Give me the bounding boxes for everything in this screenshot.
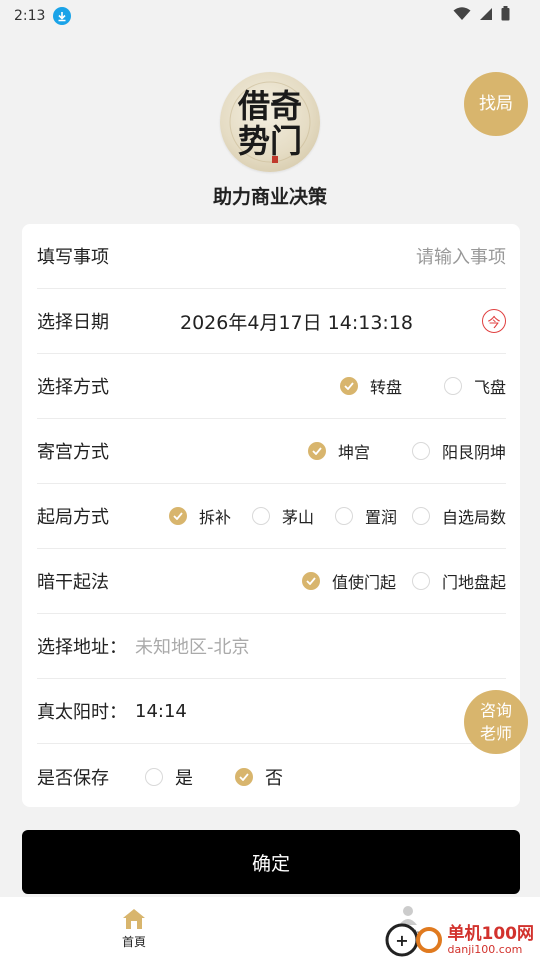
method-option-fly[interactable]: 飞盘 [443,374,506,398]
status-time: 2:13 [14,8,46,24]
radio-unchecked-icon[interactable] [251,507,270,525]
find-game-label: 找局 [479,93,513,114]
start-option-label: 自选局数 [441,508,506,527]
start-row: 起局方式 拆补 茅山 置润 自选局数 [37,484,506,549]
save-option-yes[interactable]: 是 [145,764,193,790]
radio-unchecked-icon[interactable] [411,442,430,460]
radio-checked-icon[interactable] [307,442,326,460]
radio-unchecked-icon[interactable] [145,767,163,786]
hidden-stem-option-zhishi[interactable]: 值使门起 [301,569,396,593]
save-row: 是否保存 是 否 [37,744,506,809]
watermark-url: danji100.com [447,942,523,956]
confirm-label: 确定 [251,852,290,875]
save-option-label: 是 [175,767,193,789]
watermark-logo-icon: + [384,918,444,960]
find-game-button[interactable]: 找局 [464,72,528,136]
svg-text:+: + [395,931,408,950]
address-row[interactable]: 选择地址： 未知地区-北京 [37,614,506,679]
start-option-maoshan[interactable]: 茅山 [251,504,314,528]
consult-label-line1: 咨询 [479,701,512,720]
radio-checked-icon[interactable] [235,767,253,786]
start-option-label: 置润 [364,508,397,527]
palace-option-label: 阳艮阴坤 [441,443,506,462]
save-label: 是否保存 [37,767,109,789]
method-option-rotate[interactable]: 转盘 [339,374,402,398]
save-option-label: 否 [265,767,283,789]
method-row: 选择方式 转盘 飞盘 [37,354,506,419]
method-option-label: 转盘 [369,378,402,397]
palace-option-kun[interactable]: 坤宫 [307,439,370,463]
palace-option-yang[interactable]: 阳艮阴坤 [411,439,506,463]
solar-time-value: 14:14 [135,700,187,722]
confirm-button[interactable]: 确定 [22,830,520,894]
start-option-chaibu[interactable]: 拆补 [168,504,231,528]
date-label: 选择日期 [37,312,109,333]
radio-unchecked-icon[interactable] [334,507,353,525]
radio-unchecked-icon[interactable] [411,507,430,525]
method-label: 选择方式 [37,377,109,398]
start-label: 起局方式 [37,507,109,528]
solar-time-row: 真太阳时： 14:14 [37,679,506,744]
date-value[interactable]: 2026年4月17日 14:13:18 [180,308,413,335]
svg-text:借奇: 借奇 [237,87,302,125]
home-icon [110,907,158,933]
battery-icon [501,6,510,25]
address-value[interactable]: 未知地区-北京 [135,633,250,659]
consult-label-line2: 老师 [479,724,512,743]
save-option-no[interactable]: 否 [235,764,283,790]
app-logo: 借奇 势门 [220,72,320,172]
hidden-stem-row: 暗干起法 值使门起 门地盘起 [37,549,506,614]
start-option-label: 茅山 [281,508,314,527]
tagline: 助力商业决策 [212,186,327,208]
palace-option-label: 坤宫 [337,443,370,462]
item-row: 填写事项 请输入事项 [37,224,506,289]
form-card: 填写事项 请输入事项 选择日期 2026年4月17日 14:13:18 今 选择… [22,224,520,807]
watermark: + 单机100网 danji100.com [384,918,535,960]
radio-checked-icon[interactable] [339,377,358,395]
watermark-name: 单机100网 [447,923,535,944]
radio-checked-icon[interactable] [301,572,320,590]
download-icon [53,7,72,25]
wifi-icon [453,6,471,25]
consult-teacher-button[interactable]: 咨询 老师 [464,690,528,754]
palace-row: 寄宫方式 坤宫 阳艮阴坤 [37,419,506,484]
start-option-custom[interactable]: 自选局数 [411,504,506,528]
hidden-stem-option-mendi[interactable]: 门地盘起 [411,569,506,593]
start-option-zhirun[interactable]: 置润 [334,504,397,528]
nav-home[interactable]: 首頁 [110,907,158,950]
radio-unchecked-icon[interactable] [443,377,462,395]
address-label: 选择地址： [37,637,127,658]
nav-home-label: 首頁 [121,935,146,949]
item-label: 填写事项 [37,247,109,268]
hidden-stem-option-label: 门地盘起 [441,573,506,592]
now-icon[interactable]: 今 [482,309,506,333]
start-option-label: 拆补 [198,508,231,527]
signal-icon [479,7,493,25]
hidden-stem-label: 暗干起法 [37,572,109,593]
solar-time-label: 真太阳时： [37,702,127,723]
item-input[interactable]: 请输入事项 [416,243,506,269]
radio-unchecked-icon[interactable] [411,572,430,590]
method-option-label: 飞盘 [473,378,506,397]
date-row: 选择日期 2026年4月17日 14:13:18 今 [37,289,506,354]
hidden-stem-option-label: 值使门起 [331,573,396,592]
svg-text:势门: 势门 [238,122,302,160]
palace-label: 寄宫方式 [37,442,109,463]
radio-checked-icon[interactable] [168,507,187,525]
status-bar: 2:13 [0,0,540,32]
